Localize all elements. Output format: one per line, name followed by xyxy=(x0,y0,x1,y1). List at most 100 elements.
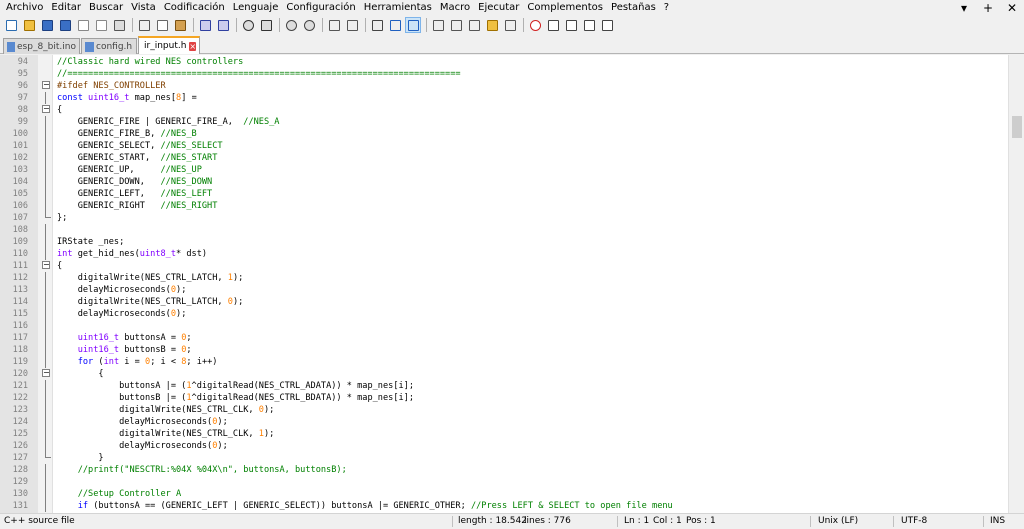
code-line[interactable]: 94 //Classic hard wired NES controllers xyxy=(0,56,1008,68)
run-macro-multiple-icon[interactable] xyxy=(581,17,597,33)
indent-guide-icon[interactable] xyxy=(405,17,421,33)
menu-item[interactable]: Complementos xyxy=(523,0,607,16)
code-line[interactable]: 104 GENERIC_DOWN, //NES_DOWN xyxy=(0,176,1008,188)
save-icon[interactable] xyxy=(39,17,55,33)
code-line[interactable]: 130 //Setup Controller A xyxy=(0,488,1008,500)
file-tab[interactable]: ir_input.h × xyxy=(138,36,200,54)
zoom-in-icon[interactable] xyxy=(283,17,299,33)
stop-macro-icon[interactable] xyxy=(545,17,561,33)
fold-toggle-icon[interactable]: − xyxy=(42,105,50,113)
code-line[interactable]: 110 int get_hid_nes(uint8_t* dst) xyxy=(0,248,1008,260)
code-line[interactable]: 109 IRState _nes; xyxy=(0,236,1008,248)
code-line[interactable]: 106 GENERIC_RIGHT //NES_RIGHT xyxy=(0,200,1008,212)
code-line[interactable]: 129 xyxy=(0,476,1008,488)
code-line[interactable]: 99 GENERIC_FIRE | GENERIC_FIRE_A, //NES_… xyxy=(0,116,1008,128)
code-line[interactable]: 108 xyxy=(0,224,1008,236)
save-all-icon[interactable] xyxy=(57,17,73,33)
menu-item[interactable]: Editar xyxy=(47,0,85,16)
menu-item[interactable]: Lenguaje xyxy=(229,0,283,16)
menu-item[interactable]: Codificación xyxy=(160,0,229,16)
fold-toggle-icon[interactable]: − xyxy=(42,369,50,377)
code-line[interactable]: 116 xyxy=(0,320,1008,332)
code-line[interactable]: 125 digitalWrite(NES_CTRL_CLK, 1); xyxy=(0,428,1008,440)
code-line[interactable]: 105 GENERIC_LEFT, //NES_LEFT xyxy=(0,188,1008,200)
code-line[interactable]: 96 − #ifdef NES_CONTROLLER xyxy=(0,80,1008,92)
new-window-icon[interactable]: + xyxy=(976,0,1000,16)
code-line[interactable]: 97 const uint16_t map_nes[8] = xyxy=(0,92,1008,104)
menu-item[interactable]: ? xyxy=(660,0,673,16)
folder-workspace-icon[interactable] xyxy=(484,17,500,33)
print-icon[interactable] xyxy=(111,17,127,33)
code-line[interactable]: 128 //printf("NESCTRL:%04X %04X\n", butt… xyxy=(0,464,1008,476)
word-wrap-icon[interactable] xyxy=(369,17,385,33)
new-file-icon[interactable] xyxy=(3,17,19,33)
function-list-icon[interactable] xyxy=(466,17,482,33)
code-line[interactable]: 113 delayMicroseconds(0); xyxy=(0,284,1008,296)
code-line[interactable]: 115 delayMicroseconds(0); xyxy=(0,308,1008,320)
code-line[interactable]: 121 buttonsA |= (1^digitalRead(NES_CTRL_… xyxy=(0,380,1008,392)
code-line[interactable]: 118 uint16_t buttonsB = 0; xyxy=(0,344,1008,356)
code-line[interactable]: 119 for (int i = 0; i < 8; i++) xyxy=(0,356,1008,368)
insert-mode[interactable]: INS xyxy=(990,514,1005,529)
sync-horizontal-icon[interactable] xyxy=(344,17,360,33)
sync-vertical-icon[interactable] xyxy=(326,17,342,33)
code-line[interactable]: 103 GENERIC_UP, //NES_UP xyxy=(0,164,1008,176)
code-line[interactable]: 102 GENERIC_START, //NES_START xyxy=(0,152,1008,164)
code-line[interactable]: 124 delayMicroseconds(0); xyxy=(0,416,1008,428)
menu-item[interactable]: Macro xyxy=(436,0,474,16)
menu-item[interactable]: Pestañas xyxy=(607,0,660,16)
restore-down-icon[interactable]: ▾ xyxy=(952,0,976,16)
code-line[interactable]: 126 delayMicroseconds(0); xyxy=(0,440,1008,452)
code-line[interactable]: 112 digitalWrite(NES_CTRL_LATCH, 1); xyxy=(0,272,1008,284)
code-line[interactable]: 114 digitalWrite(NES_CTRL_LATCH, 0); xyxy=(0,296,1008,308)
fold-toggle-icon[interactable]: − xyxy=(42,81,50,89)
replace-icon[interactable] xyxy=(258,17,274,33)
file-tab[interactable]: config.h xyxy=(81,38,137,54)
tab-close-icon[interactable]: × xyxy=(189,41,197,51)
eol-format[interactable]: Unix (LF) xyxy=(818,514,858,529)
code-line[interactable]: 98 −{ xyxy=(0,104,1008,116)
record-macro-icon[interactable] xyxy=(527,17,543,33)
menu-item[interactable]: Ejecutar xyxy=(474,0,523,16)
open-file-icon[interactable] xyxy=(21,17,37,33)
vertical-scrollbar[interactable] xyxy=(1008,55,1024,513)
doc-map-icon[interactable] xyxy=(448,17,464,33)
code-line[interactable]: 123 digitalWrite(NES_CTRL_CLK, 0); xyxy=(0,404,1008,416)
encoding[interactable]: UTF-8 xyxy=(901,514,927,529)
language-icon[interactable] xyxy=(430,17,446,33)
close-file-icon[interactable] xyxy=(75,17,91,33)
code-line[interactable]: 122 buttonsB |= (1^digitalRead(NES_CTRL_… xyxy=(0,392,1008,404)
file-tab[interactable]: esp_8_bit.ino xyxy=(3,38,80,54)
undo-icon[interactable] xyxy=(197,17,213,33)
code-line[interactable]: 101 GENERIC_SELECT, //NES_SELECT xyxy=(0,140,1008,152)
scrollbar-thumb[interactable] xyxy=(1012,116,1022,138)
paste-icon[interactable] xyxy=(172,17,188,33)
fold-toggle-icon[interactable]: − xyxy=(42,261,50,269)
play-macro-icon[interactable] xyxy=(563,17,579,33)
code-line[interactable]: 127 } xyxy=(0,452,1008,464)
code-line[interactable]: 100 GENERIC_FIRE_B, //NES_B xyxy=(0,128,1008,140)
menu-item[interactable]: Herramientas xyxy=(360,0,436,16)
code-editor[interactable]: 94//Classic hard wired NES controllers 95… xyxy=(0,55,1024,513)
close-icon[interactable]: ✕ xyxy=(1000,0,1024,16)
menu-item[interactable]: Vista xyxy=(127,0,160,16)
code-line[interactable]: 95 //====================================… xyxy=(0,68,1008,80)
menu-item[interactable]: Configuración xyxy=(282,0,359,16)
menu-item[interactable]: Buscar xyxy=(85,0,127,16)
monitor-icon[interactable] xyxy=(502,17,518,33)
redo-icon[interactable] xyxy=(215,17,231,33)
code-line[interactable]: 107}; xyxy=(0,212,1008,224)
menu-item[interactable]: Archivo xyxy=(0,0,47,16)
cut-icon[interactable] xyxy=(136,17,152,33)
code-line[interactable]: 120 − { xyxy=(0,368,1008,380)
save-macro-icon[interactable] xyxy=(599,17,615,33)
code-line[interactable]: 131 if (buttonsA == (GENERIC_LEFT | GENE… xyxy=(0,500,1008,512)
zoom-out-icon[interactable] xyxy=(301,17,317,33)
line-number: 127 xyxy=(12,453,28,463)
find-icon[interactable] xyxy=(240,17,256,33)
copy-icon[interactable] xyxy=(154,17,170,33)
close-all-icon[interactable] xyxy=(93,17,109,33)
code-line[interactable]: 117 uint16_t buttonsA = 0; xyxy=(0,332,1008,344)
show-all-chars-icon[interactable] xyxy=(387,17,403,33)
code-line[interactable]: 111 −{ xyxy=(0,260,1008,272)
